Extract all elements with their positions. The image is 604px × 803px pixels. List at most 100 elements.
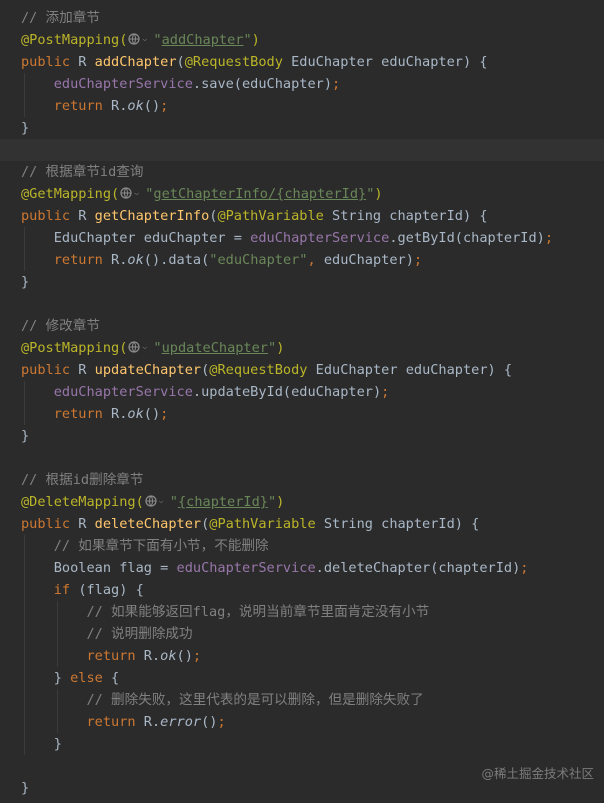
code-line[interactable]: @GetMapping(⌵ "getChapterInfo/{chapterId}… — [0, 183, 604, 205]
code-line[interactable]: return R.ok(); — [0, 403, 604, 425]
code-token: else — [70, 670, 112, 686]
code-token: @PathVariable — [217, 208, 333, 224]
code-line[interactable]: eduChapterService.save(eduChapter); — [0, 73, 604, 95]
code-token: getChapterInfo/{chapterId} — [153, 186, 367, 202]
indent-guide — [24, 249, 25, 271]
code-line[interactable]: // 根据章节id查询 — [0, 161, 604, 183]
code-token: } — [53, 670, 71, 686]
code-token: // 如果能够返回flag，说明当前章节里面肯定没有小节 — [86, 604, 430, 620]
code-line[interactable]: // 修改章节 — [0, 315, 604, 337]
code-line[interactable]: return R.error(); — [0, 711, 604, 733]
indent-guide — [24, 227, 25, 249]
globe-dropdown-icon[interactable]: ⌵ — [144, 494, 170, 508]
code-token: ) — [276, 340, 285, 356]
indent-guide — [24, 381, 25, 403]
indent-guide — [57, 711, 58, 733]
code-token: addChapter — [161, 32, 244, 48]
watermark: @稀土掘金技术社区 — [481, 766, 594, 781]
code-token: " — [267, 494, 277, 510]
code-token: return — [86, 648, 144, 664]
code-line[interactable]: // 添加章节 — [0, 7, 604, 29]
code-token: (flag) { — [78, 582, 144, 598]
code-line[interactable]: return R.ok(); — [0, 645, 604, 667]
code-token: return — [53, 252, 112, 268]
code-token: R. — [111, 252, 128, 268]
globe-dropdown-icon[interactable]: ⌵ — [127, 32, 153, 46]
code-token: { — [111, 670, 120, 686]
code-line[interactable]: return R.ok(); — [0, 95, 604, 117]
code-token: updateChapter — [94, 362, 202, 378]
code-token: () — [176, 648, 193, 664]
code-line[interactable]: // 说明删除成功 — [0, 623, 604, 645]
code-token: ; — [413, 252, 423, 268]
globe-dropdown-icon[interactable]: ⌵ — [119, 186, 145, 200]
code-token: } — [53, 736, 62, 752]
code-line[interactable]: } else { — [0, 667, 604, 689]
code-line[interactable]: // 根据id删除章节 — [0, 469, 604, 491]
code-token: Boolean flag = — [53, 560, 177, 576]
code-token: @GetMapping( — [21, 186, 120, 202]
code-line[interactable]: } — [0, 117, 604, 139]
code-line[interactable]: // 删除失败，这里代表的是可以删除，但是删除失败了 — [0, 689, 604, 711]
code-token: // 修改章节 — [21, 318, 100, 334]
code-line[interactable]: } — [0, 733, 604, 755]
code-token: @RequestBody — [209, 362, 316, 378]
code-line[interactable]: } — [0, 425, 604, 447]
code-line[interactable]: public R deleteChapter(@PathVariable Str… — [0, 513, 604, 535]
code-token: public — [21, 54, 79, 70]
code-line[interactable]: public R updateChapter(@RequestBody EduC… — [0, 359, 604, 381]
code-line[interactable]: public R getChapterInfo(@PathVariable St… — [0, 205, 604, 227]
code-line[interactable]: return R.ok().data("eduChapter", eduChap… — [0, 249, 604, 271]
indent-guide — [24, 95, 25, 117]
code-token: error — [160, 714, 202, 730]
indent-guide — [24, 733, 25, 755]
code-token: " — [243, 32, 252, 48]
code-token: ok — [127, 252, 144, 268]
code-token: // 说明删除成功 — [86, 626, 193, 642]
indent-guide — [24, 73, 25, 95]
code-token: R — [78, 208, 95, 224]
code-line[interactable]: EduChapter eduChapter = eduChapterServic… — [0, 227, 604, 249]
code-line[interactable]: // 如果章节下面有小节，不能删除 — [0, 535, 604, 557]
code-line[interactable] — [0, 447, 604, 469]
code-token: @PostMapping( — [21, 340, 128, 356]
code-token: R. — [143, 648, 161, 664]
indent-guide — [24, 623, 25, 645]
code-line[interactable]: // 如果能够返回flag，说明当前章节里面肯定没有小节 — [0, 601, 604, 623]
code-token: ; — [217, 714, 226, 730]
code-line[interactable]: public R addChapter(@RequestBody EduChap… — [0, 51, 604, 73]
code-token: // 删除失败，这里代表的是可以删除，但是删除失败了 — [86, 692, 424, 708]
code-token: // 添加章节 — [21, 10, 100, 26]
code-token: EduChapter eduChapter) { — [315, 362, 513, 378]
code-token: ok — [160, 648, 177, 664]
code-editor[interactable]: // 添加章节 @PostMapping(⌵ "addChapter") public… — [0, 0, 604, 803]
code-line[interactable] — [0, 139, 604, 161]
code-token: " — [153, 32, 162, 48]
code-line[interactable]: } — [0, 271, 604, 293]
indent-guide — [24, 403, 25, 425]
code-token: @PathVariable — [209, 516, 324, 532]
code-token: // 如果章节下面有小节，不能删除 — [53, 538, 269, 554]
code-line[interactable]: @PostMapping(⌵ "updateChapter") — [0, 337, 604, 359]
code-line[interactable]: @DeleteMapping(⌵ "{chapterId}") — [0, 491, 604, 513]
code-line[interactable]: if (flag) { — [0, 579, 604, 601]
code-token: } — [21, 428, 30, 444]
code-token: ) — [251, 32, 260, 48]
code-token: " — [169, 494, 178, 510]
code-line[interactable]: Boolean flag = eduChapterService.deleteC… — [0, 557, 604, 579]
code-line[interactable] — [0, 293, 604, 315]
code-token: public — [21, 208, 79, 224]
code-line[interactable]: eduChapterService.updateById(eduChapter)… — [0, 381, 604, 403]
code-token: ; — [332, 76, 341, 92]
code-line[interactable]: @PostMapping(⌵ "addChapter") — [0, 29, 604, 51]
code-token: R — [78, 54, 95, 70]
globe-dropdown-icon[interactable]: ⌵ — [127, 340, 153, 354]
indent-guide — [24, 667, 25, 689]
code-token: eduChapterService — [250, 230, 390, 246]
code-token: R. — [111, 98, 128, 114]
